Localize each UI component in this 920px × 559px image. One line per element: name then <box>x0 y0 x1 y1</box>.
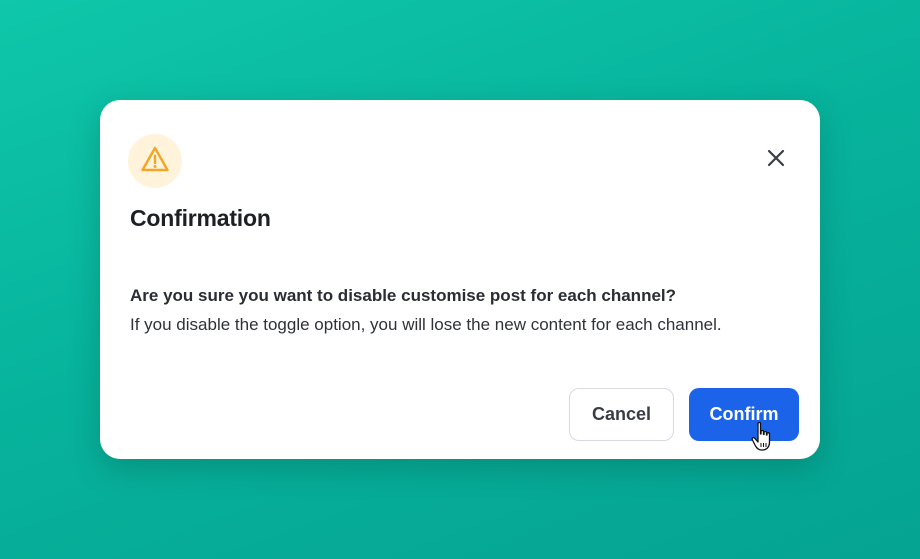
confirm-button[interactable]: Confirm <box>689 388 799 441</box>
warning-icon-badge <box>128 134 182 188</box>
close-icon[interactable] <box>767 149 785 172</box>
dialog-title: Confirmation <box>130 205 271 231</box>
dialog-message: Are you sure you want to disable customi… <box>130 281 770 339</box>
dialog-detail: If you disable the toggle option, you wi… <box>130 315 722 334</box>
warning-triangle-icon <box>140 145 170 178</box>
dialog-question: Are you sure you want to disable customi… <box>130 286 677 305</box>
hand-pointer-cursor-icon <box>750 421 776 453</box>
cancel-button[interactable]: Cancel <box>569 388 674 441</box>
close-button[interactable] <box>758 142 794 178</box>
